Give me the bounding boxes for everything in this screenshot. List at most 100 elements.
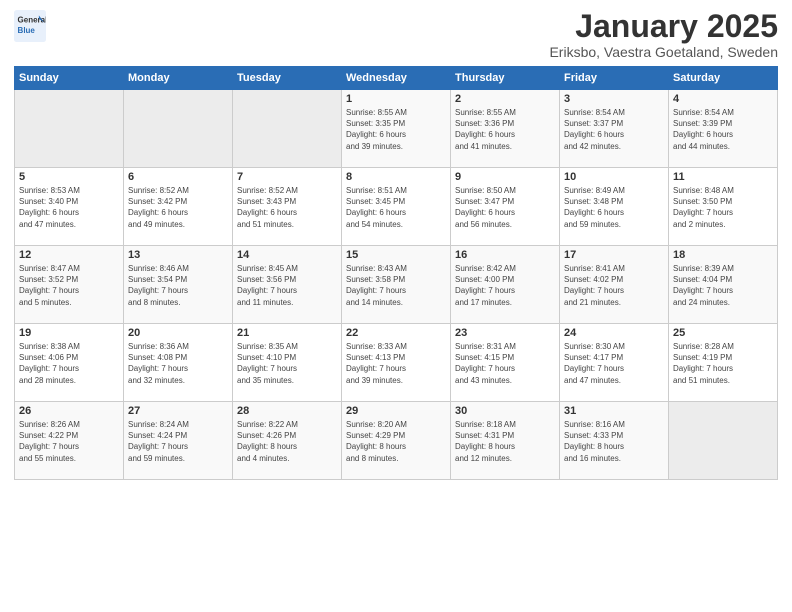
day-info: Sunrise: 8:53 AM Sunset: 3:40 PM Dayligh… — [19, 185, 119, 230]
day-number: 10 — [564, 171, 664, 183]
day-info: Sunrise: 8:42 AM Sunset: 4:00 PM Dayligh… — [455, 263, 555, 308]
weekday-saturday: Saturday — [669, 67, 778, 90]
week-row-3: 19 Sunrise: 8:38 AM Sunset: 4:06 PM Dayli… — [15, 324, 778, 402]
calendar-page: General Blue January 2025 Eriksbo, Vaest… — [0, 0, 792, 612]
day-number: 20 — [128, 327, 228, 339]
day-cell: 8Sunrise: 8:51 AM Sunset: 3:45 PM Daylig… — [342, 168, 451, 246]
day-info: Sunrise: 8:46 AM Sunset: 3:54 PM Dayligh… — [128, 263, 228, 308]
day-number: 1 — [346, 93, 446, 105]
day-number: 25 — [673, 327, 773, 339]
day-info: Sunrise: 8:18 AM Sunset: 4:31 PM Dayligh… — [455, 419, 555, 464]
day-number: 14 — [237, 249, 337, 261]
day-number: 26 — [19, 405, 119, 417]
day-cell: 1 Sunrise: 8:55 AM Sunset: 3:35 PM Daylig… — [342, 90, 451, 168]
day-number: 21 — [237, 327, 337, 339]
day-number: 6 — [128, 171, 228, 183]
day-number: 30 — [455, 405, 555, 417]
day-info: Sunrise: 8:31 AM Sunset: 4:15 PM Dayligh… — [455, 341, 555, 386]
day-cell: 10 Sunrise: 8:49 AM Sunset: 3:48 PM Dayli… — [560, 168, 669, 246]
day-cell: 28 Sunrise: 8:22 AM Sunset: 4:26 PM Dayli… — [233, 402, 342, 480]
day-info: Sunrise: 8:38 AM Sunset: 4:06 PM Dayligh… — [19, 341, 119, 386]
day-number: 23 — [455, 327, 555, 339]
day-cell: 22Sunrise: 8:33 AM Sunset: 4:13 PM Dayli… — [342, 324, 451, 402]
day-cell: 4 Sunrise: 8:54 AM Sunset: 3:39 PM Daylig… — [669, 90, 778, 168]
day-info: Sunrise: 8:24 AM Sunset: 4:24 PM Dayligh… — [128, 419, 228, 464]
day-cell: 29 Sunrise: 8:20 AM Sunset: 4:29 PM Dayli… — [342, 402, 451, 480]
day-number: 5 — [19, 171, 119, 183]
day-number: 12 — [19, 249, 119, 261]
day-cell: 15 Sunrise: 8:43 AM Sunset: 3:58 PM Dayli… — [342, 246, 451, 324]
day-info: Sunrise: 8:26 AM Sunset: 4:22 PM Dayligh… — [19, 419, 119, 464]
day-cell — [669, 402, 778, 480]
header: General Blue January 2025 Eriksbo, Vaest… — [14, 10, 778, 60]
week-row-1: 5 Sunrise: 8:53 AM Sunset: 3:40 PM Daylig… — [15, 168, 778, 246]
weekday-monday: Monday — [124, 67, 233, 90]
day-cell: 18 Sunrise: 8:39 AM Sunset: 4:04 PM Dayli… — [669, 246, 778, 324]
day-info: Sunrise: 8:48 AM Sunset: 3:50 PM Dayligh… — [673, 185, 773, 230]
calendar-title: January 2025 — [549, 10, 778, 42]
day-cell: 20Sunrise: 8:36 AM Sunset: 4:08 PM Dayli… — [124, 324, 233, 402]
day-cell: 7Sunrise: 8:52 AM Sunset: 3:43 PM Daylig… — [233, 168, 342, 246]
day-cell — [15, 90, 124, 168]
calendar-subtitle: Eriksbo, Vaestra Goetaland, Sweden — [549, 44, 778, 60]
day-number: 7 — [237, 171, 337, 183]
day-cell: 2Sunrise: 8:55 AM Sunset: 3:36 PM Daylig… — [451, 90, 560, 168]
weekday-thursday: Thursday — [451, 67, 560, 90]
day-info: Sunrise: 8:22 AM Sunset: 4:26 PM Dayligh… — [237, 419, 337, 464]
day-cell: 12 Sunrise: 8:47 AM Sunset: 3:52 PM Dayli… — [15, 246, 124, 324]
day-info: Sunrise: 8:30 AM Sunset: 4:17 PM Dayligh… — [564, 341, 664, 386]
day-info: Sunrise: 8:55 AM Sunset: 3:35 PM Dayligh… — [346, 107, 446, 152]
day-info: Sunrise: 8:50 AM Sunset: 3:47 PM Dayligh… — [455, 185, 555, 230]
day-info: Sunrise: 8:41 AM Sunset: 4:02 PM Dayligh… — [564, 263, 664, 308]
day-number: 18 — [673, 249, 773, 261]
day-number: 31 — [564, 405, 664, 417]
day-cell: 21Sunrise: 8:35 AM Sunset: 4:10 PM Dayli… — [233, 324, 342, 402]
week-row-4: 26 Sunrise: 8:26 AM Sunset: 4:22 PM Dayli… — [15, 402, 778, 480]
day-number: 24 — [564, 327, 664, 339]
day-info: Sunrise: 8:54 AM Sunset: 3:39 PM Dayligh… — [673, 107, 773, 152]
day-info: Sunrise: 8:20 AM Sunset: 4:29 PM Dayligh… — [346, 419, 446, 464]
day-cell: 6 Sunrise: 8:52 AM Sunset: 3:42 PM Daylig… — [124, 168, 233, 246]
day-cell: 19 Sunrise: 8:38 AM Sunset: 4:06 PM Dayli… — [15, 324, 124, 402]
day-cell: 3 Sunrise: 8:54 AM Sunset: 3:37 PM Daylig… — [560, 90, 669, 168]
day-cell — [233, 90, 342, 168]
day-info: Sunrise: 8:16 AM Sunset: 4:33 PM Dayligh… — [564, 419, 664, 464]
day-info: Sunrise: 8:39 AM Sunset: 4:04 PM Dayligh… — [673, 263, 773, 308]
logo: General Blue — [14, 10, 46, 42]
day-cell — [124, 90, 233, 168]
weekday-friday: Friday — [560, 67, 669, 90]
day-cell: 9 Sunrise: 8:50 AM Sunset: 3:47 PM Daylig… — [451, 168, 560, 246]
day-info: Sunrise: 8:43 AM Sunset: 3:58 PM Dayligh… — [346, 263, 446, 308]
day-number: 28 — [237, 405, 337, 417]
day-cell: 16 Sunrise: 8:42 AM Sunset: 4:00 PM Dayli… — [451, 246, 560, 324]
day-cell: 5 Sunrise: 8:53 AM Sunset: 3:40 PM Daylig… — [15, 168, 124, 246]
day-number: 3 — [564, 93, 664, 105]
week-row-2: 12 Sunrise: 8:47 AM Sunset: 3:52 PM Dayli… — [15, 246, 778, 324]
day-number: 19 — [19, 327, 119, 339]
day-info: Sunrise: 8:52 AM Sunset: 3:42 PM Dayligh… — [128, 185, 228, 230]
day-number: 16 — [455, 249, 555, 261]
day-cell: 14Sunrise: 8:45 AM Sunset: 3:56 PM Dayli… — [233, 246, 342, 324]
day-number: 13 — [128, 249, 228, 261]
day-info: Sunrise: 8:28 AM Sunset: 4:19 PM Dayligh… — [673, 341, 773, 386]
day-number: 11 — [673, 171, 773, 183]
day-cell: 13 Sunrise: 8:46 AM Sunset: 3:54 PM Dayli… — [124, 246, 233, 324]
day-info: Sunrise: 8:49 AM Sunset: 3:48 PM Dayligh… — [564, 185, 664, 230]
day-number: 15 — [346, 249, 446, 261]
day-cell: 31 Sunrise: 8:16 AM Sunset: 4:33 PM Dayli… — [560, 402, 669, 480]
day-cell: 25 Sunrise: 8:28 AM Sunset: 4:19 PM Dayli… — [669, 324, 778, 402]
svg-text:Blue: Blue — [18, 26, 36, 35]
day-number: 9 — [455, 171, 555, 183]
day-number: 27 — [128, 405, 228, 417]
day-cell: 11 Sunrise: 8:48 AM Sunset: 3:50 PM Dayli… — [669, 168, 778, 246]
title-block: January 2025 Eriksbo, Vaestra Goetaland,… — [549, 10, 778, 60]
day-number: 8 — [346, 171, 446, 183]
day-info: Sunrise: 8:55 AM Sunset: 3:36 PM Dayligh… — [455, 107, 555, 152]
day-info: Sunrise: 8:47 AM Sunset: 3:52 PM Dayligh… — [19, 263, 119, 308]
day-number: 22 — [346, 327, 446, 339]
day-number: 4 — [673, 93, 773, 105]
day-info: Sunrise: 8:54 AM Sunset: 3:37 PM Dayligh… — [564, 107, 664, 152]
day-cell: 30 Sunrise: 8:18 AM Sunset: 4:31 PM Dayli… — [451, 402, 560, 480]
day-cell: 24 Sunrise: 8:30 AM Sunset: 4:17 PM Dayli… — [560, 324, 669, 402]
day-number: 29 — [346, 405, 446, 417]
